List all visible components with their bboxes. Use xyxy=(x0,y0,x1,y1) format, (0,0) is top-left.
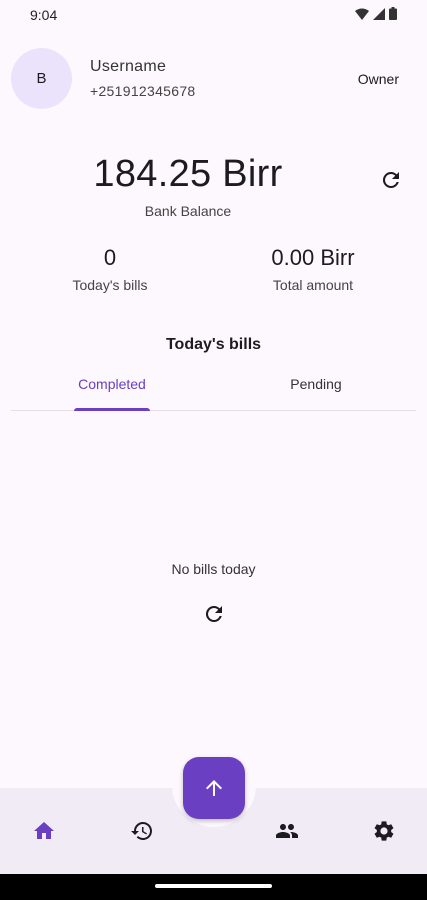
bank-balance-amount: 184.25 Birr xyxy=(93,153,283,195)
arrow-up-icon xyxy=(206,780,222,796)
upload-fab-button[interactable] xyxy=(183,757,245,819)
wifi-icon xyxy=(355,8,369,20)
bills-tabs: Completed Pending xyxy=(11,360,416,411)
todays-bills-stat: 0 Today's bills xyxy=(40,245,180,293)
home-gesture-handle[interactable] xyxy=(155,884,272,888)
username: Username xyxy=(90,58,167,75)
bank-balance-label: Bank Balance xyxy=(144,203,232,219)
signal-icon xyxy=(373,7,385,20)
refresh-balance-icon[interactable] xyxy=(379,168,403,192)
empty-state-message: No bills today xyxy=(171,561,256,577)
people-icon[interactable] xyxy=(275,819,299,843)
todays-bills-label: Today's bills xyxy=(72,277,148,293)
total-amount-stat: 0.00 Birr Total amount xyxy=(243,245,383,293)
tab-indicator xyxy=(74,408,150,411)
history-icon[interactable] xyxy=(130,819,154,843)
tab-pending[interactable]: Pending xyxy=(276,376,356,392)
total-amount-value: 0.00 Birr xyxy=(271,245,355,270)
section-title: Today's bills xyxy=(165,336,262,353)
user-header: B Username +251912345678 Owner xyxy=(0,48,427,110)
todays-bills-count: 0 xyxy=(103,245,117,270)
gear-icon[interactable] xyxy=(372,819,396,843)
gesture-bar xyxy=(0,874,427,900)
role-label: Owner xyxy=(357,71,399,87)
total-amount-label: Total amount xyxy=(272,277,354,293)
home-icon[interactable] xyxy=(32,819,56,843)
tab-completed[interactable]: Completed xyxy=(74,376,150,392)
phone-number: +251912345678 xyxy=(90,83,196,99)
refresh-bills-icon[interactable] xyxy=(202,602,226,626)
avatar[interactable]: B xyxy=(11,48,72,109)
status-icons xyxy=(355,7,397,20)
status-bar: 9:04 xyxy=(0,0,427,30)
battery-icon xyxy=(389,7,397,20)
status-time: 9:04 xyxy=(30,7,58,23)
